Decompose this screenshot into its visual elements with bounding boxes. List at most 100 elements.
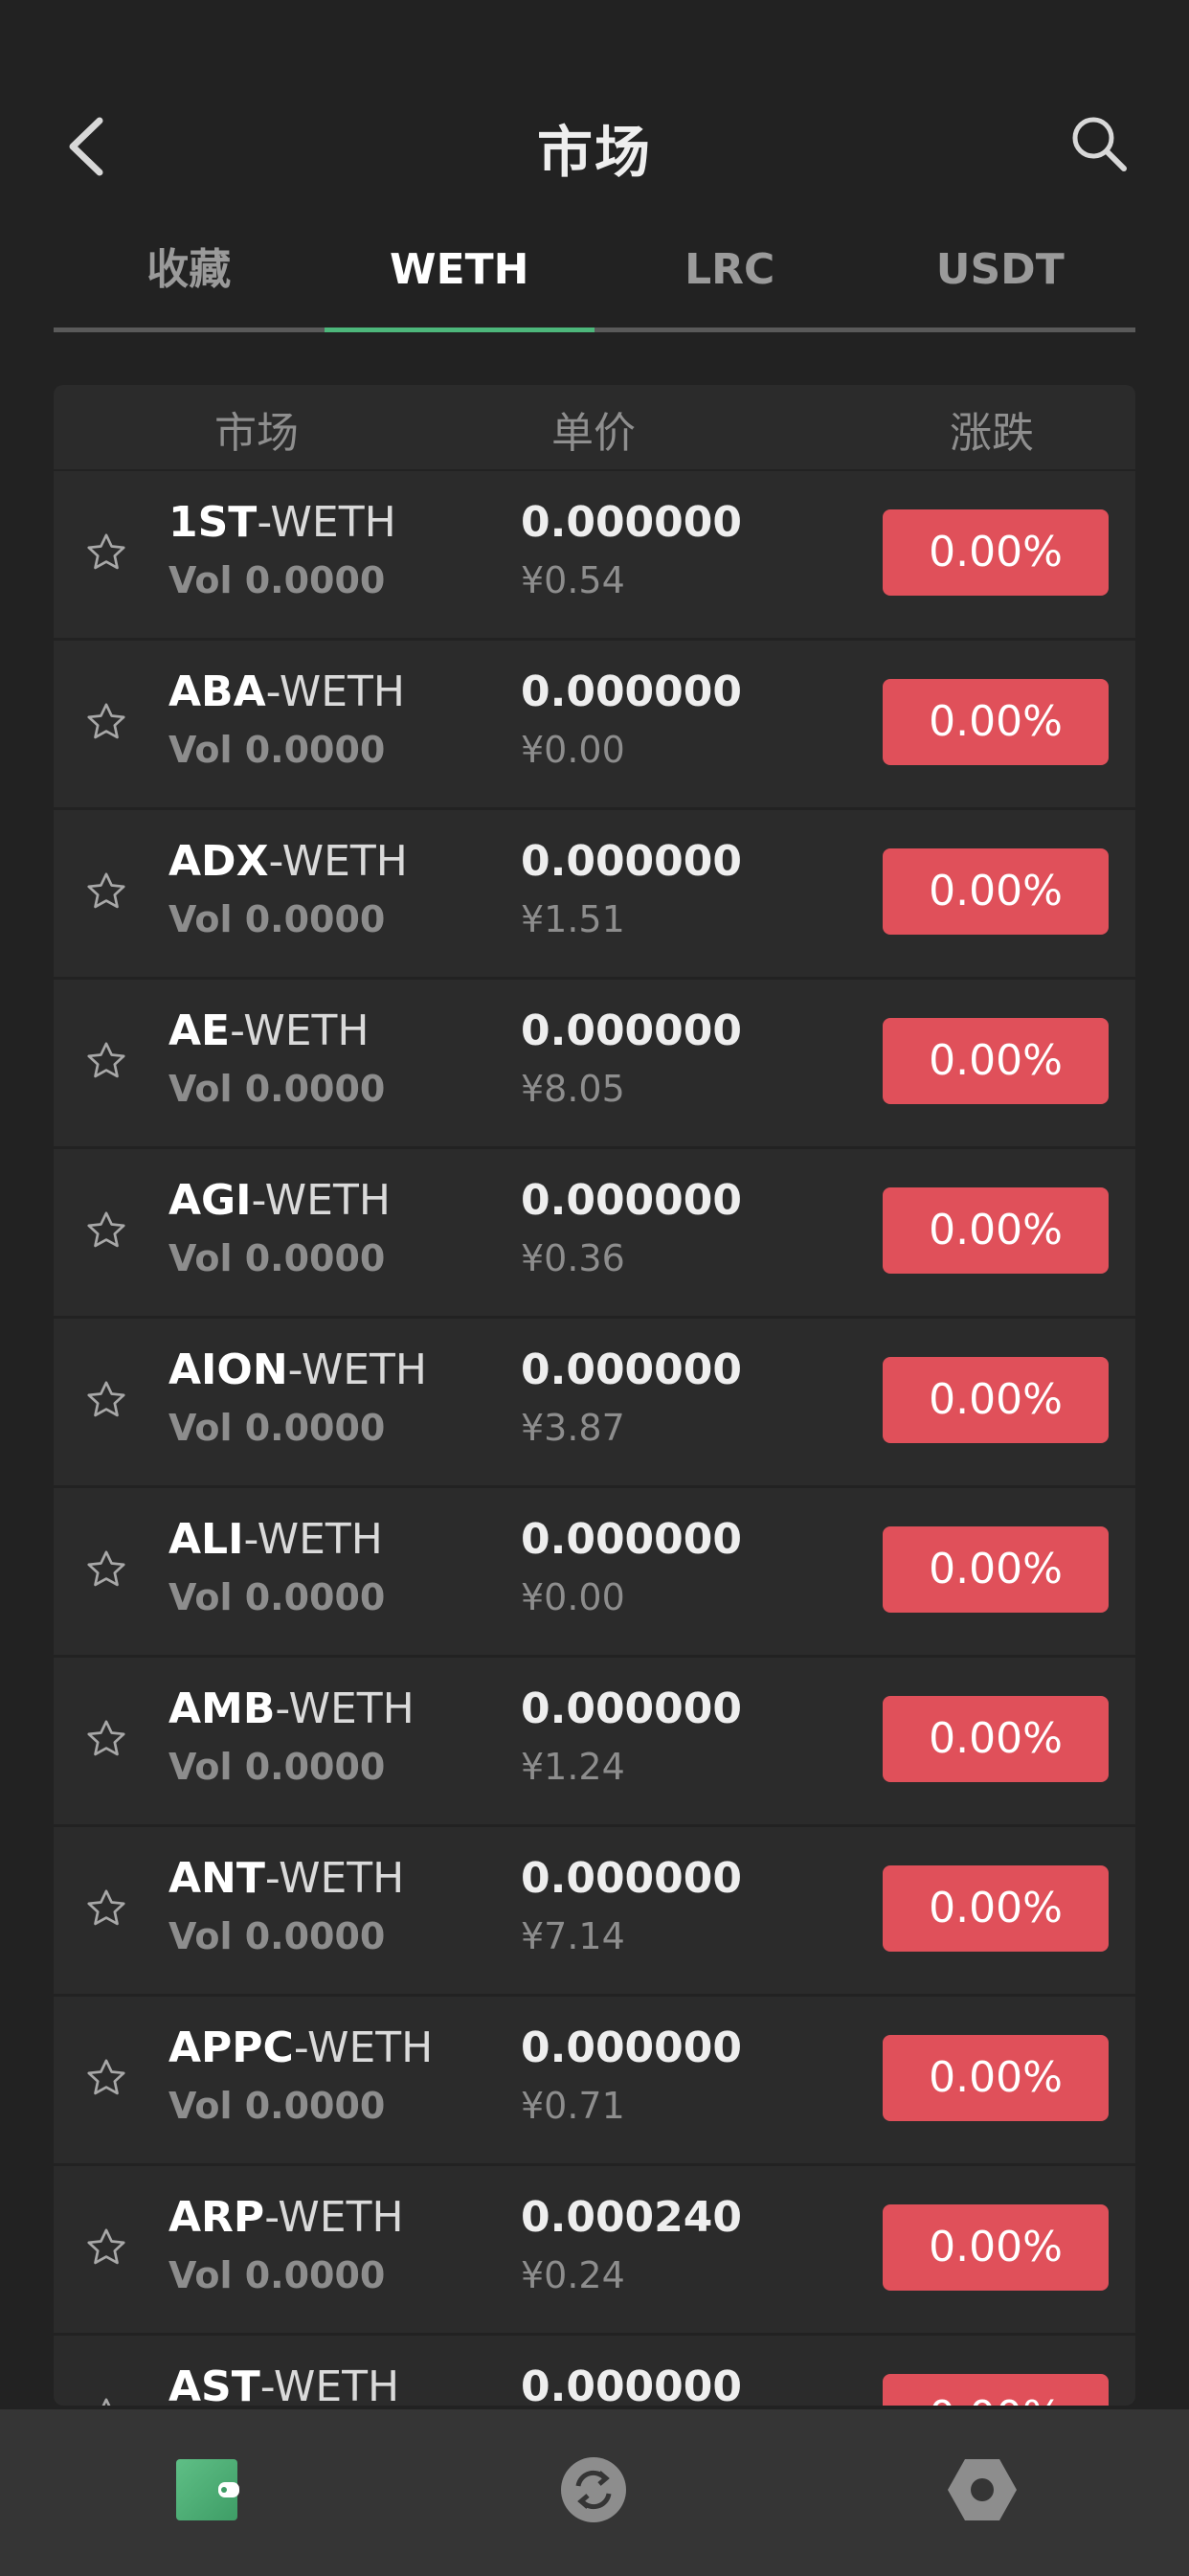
tab-favorites[interactable]: 收藏 <box>54 232 325 331</box>
nav-wallet-button[interactable] <box>172 2452 249 2528</box>
change-badge[interactable]: 0.00% <box>883 509 1109 596</box>
pair-base: AE <box>168 1006 231 1055</box>
market-pair: ABA-WETH <box>168 667 405 716</box>
pair-quote: -WETH <box>259 2362 400 2406</box>
table-row[interactable]: AE-WETH Vol 0.0000 0.000000 ¥8.05 0.00% <box>54 980 1135 1149</box>
fiat-price: ¥1.24 <box>521 1746 625 1788</box>
fiat-price: ¥0.36 <box>521 1237 625 1279</box>
page-title: 市场 <box>536 120 652 185</box>
table-row[interactable]: AMB-WETH Vol 0.0000 0.000000 ¥1.24 0.00% <box>54 1658 1135 1827</box>
star-icon[interactable] <box>84 2395 128 2406</box>
nav-settings-button[interactable] <box>944 2452 1021 2528</box>
market-pair: AION-WETH <box>168 1345 427 1394</box>
volume: Vol 0.0000 <box>168 1068 386 1110</box>
change-badge[interactable]: 0.00% <box>883 1865 1109 1952</box>
fiat-price: ¥8.05 <box>521 1068 625 1110</box>
fiat-price: ¥0.00 <box>521 729 625 771</box>
pair-base: ARP <box>168 2193 265 2242</box>
volume: Vol 0.0000 <box>168 1746 386 1788</box>
volume: Vol 0.0000 <box>168 1576 386 1618</box>
table-row[interactable]: ABA-WETH Vol 0.0000 0.000000 ¥0.00 0.00% <box>54 641 1135 810</box>
column-header-change: 涨跌 <box>950 409 1034 458</box>
table-row[interactable]: AST-WETHVol 0.00000.000000¥0.000.00% <box>54 2336 1135 2406</box>
bottom-nav <box>0 2409 1189 2576</box>
pair-base: AGI <box>168 1176 252 1225</box>
star-icon[interactable] <box>84 1039 128 1083</box>
star-icon[interactable] <box>84 1717 128 1761</box>
header: 市场 <box>0 0 1189 230</box>
market-pair: AST-WETH <box>168 2362 399 2406</box>
star-icon[interactable] <box>84 2226 128 2270</box>
tabs-divider <box>54 328 1135 332</box>
market-pair: AGI-WETH <box>168 1176 391 1225</box>
star-icon[interactable] <box>84 1548 128 1592</box>
fiat-price: ¥0.54 <box>521 559 625 601</box>
fiat-price: ¥7.14 <box>521 1915 625 1957</box>
tab-lrc[interactable]: LRC <box>594 232 865 331</box>
change-badge[interactable]: 0.00% <box>883 679 1109 765</box>
fiat-price: ¥1.51 <box>521 898 625 940</box>
market-pair: ARP-WETH <box>168 2193 404 2242</box>
table-row[interactable]: ARP-WETH Vol 0.0000 0.000240 ¥0.24 0.00% <box>54 2166 1135 2336</box>
table-row[interactable]: AGI-WETH Vol 0.0000 0.000000 ¥0.36 0.00% <box>54 1149 1135 1319</box>
star-icon[interactable] <box>84 870 128 914</box>
tab-usdt[interactable]: USDT <box>865 232 1136 331</box>
pair-base: 1ST <box>168 498 258 547</box>
pair-base: ABA <box>168 667 266 716</box>
change-badge[interactable]: 0.00% <box>883 1526 1109 1613</box>
market-pair: ADX-WETH <box>168 837 408 886</box>
market-pair: AMB-WETH <box>168 1684 415 1733</box>
change-badge[interactable]: 0.00% <box>883 848 1109 935</box>
fiat-price: ¥0.24 <box>521 2254 625 2296</box>
table-row[interactable]: ALI-WETH Vol 0.0000 0.000000 ¥0.00 0.00% <box>54 1488 1135 1658</box>
volume: Vol 0.0000 <box>168 898 386 940</box>
price: 0.000000 <box>521 498 743 547</box>
column-header-price: 单价 <box>551 409 636 458</box>
price: 0.000000 <box>521 1854 743 1903</box>
volume: Vol 0.0000 <box>168 1915 386 1957</box>
volume: Vol 0.0000 <box>168 2085 386 2127</box>
tab-weth[interactable]: WETH <box>325 232 595 331</box>
star-icon[interactable] <box>84 1887 128 1931</box>
volume: Vol 0.0000 <box>168 2254 386 2296</box>
table-row[interactable]: AION-WETH Vol 0.0000 0.000000 ¥3.87 0.00% <box>54 1319 1135 1488</box>
volume: Vol 0.0000 <box>168 1407 386 1449</box>
change-badge[interactable]: 0.00% <box>883 1357 1109 1443</box>
table-row[interactable]: ADX-WETH Vol 0.0000 0.000000 ¥1.51 0.00% <box>54 810 1135 980</box>
table-row[interactable]: 1ST-WETH Vol 0.0000 0.000000 ¥0.54 0.00% <box>54 471 1135 641</box>
change-badge[interactable]: 0.00% <box>883 2374 1109 2406</box>
change-badge[interactable]: 0.00% <box>883 2035 1109 2121</box>
pair-quote: -WETH <box>287 1345 428 1394</box>
market-tabs: 收藏 WETH LRC USDT <box>54 232 1135 331</box>
pair-quote: -WETH <box>230 1006 370 1055</box>
change-badge[interactable]: 0.00% <box>883 2204 1109 2291</box>
change-badge[interactable]: 0.00% <box>883 1187 1109 1274</box>
price: 0.000000 <box>521 1176 743 1225</box>
star-icon[interactable] <box>84 2056 128 2100</box>
price: 0.000000 <box>521 2362 743 2406</box>
change-badge[interactable]: 0.00% <box>883 1696 1109 1782</box>
star-icon[interactable] <box>84 1209 128 1253</box>
star-icon[interactable] <box>84 1378 128 1422</box>
nav-swap-button[interactable] <box>555 2452 632 2528</box>
price: 0.000240 <box>521 2193 743 2242</box>
table-header: 市场 单价 涨跌 <box>54 385 1135 471</box>
price: 0.000000 <box>521 667 743 716</box>
fiat-price: ¥3.87 <box>521 1407 625 1449</box>
search-button[interactable] <box>1068 113 1130 174</box>
market-pair: AE-WETH <box>168 1006 369 1055</box>
pair-quote: -WETH <box>264 1854 405 1903</box>
table-row[interactable]: ANT-WETH Vol 0.0000 0.000000 ¥7.14 0.00% <box>54 1827 1135 1997</box>
star-icon[interactable] <box>84 531 128 575</box>
volume: Vol 0.0000 <box>168 559 386 601</box>
price: 0.000000 <box>521 837 743 886</box>
table-row[interactable]: APPC-WETH Vol 0.0000 0.000000 ¥0.71 0.00% <box>54 1997 1135 2166</box>
market-pair: ALI-WETH <box>168 1515 383 1564</box>
change-badge[interactable]: 0.00% <box>883 1018 1109 1104</box>
column-header-market: 市场 <box>214 409 299 458</box>
price: 0.000000 <box>521 2023 743 2072</box>
pair-quote: -WETH <box>265 667 406 716</box>
star-icon[interactable] <box>84 700 128 744</box>
market-pair: ANT-WETH <box>168 1854 404 1903</box>
swap-icon <box>561 2457 626 2522</box>
